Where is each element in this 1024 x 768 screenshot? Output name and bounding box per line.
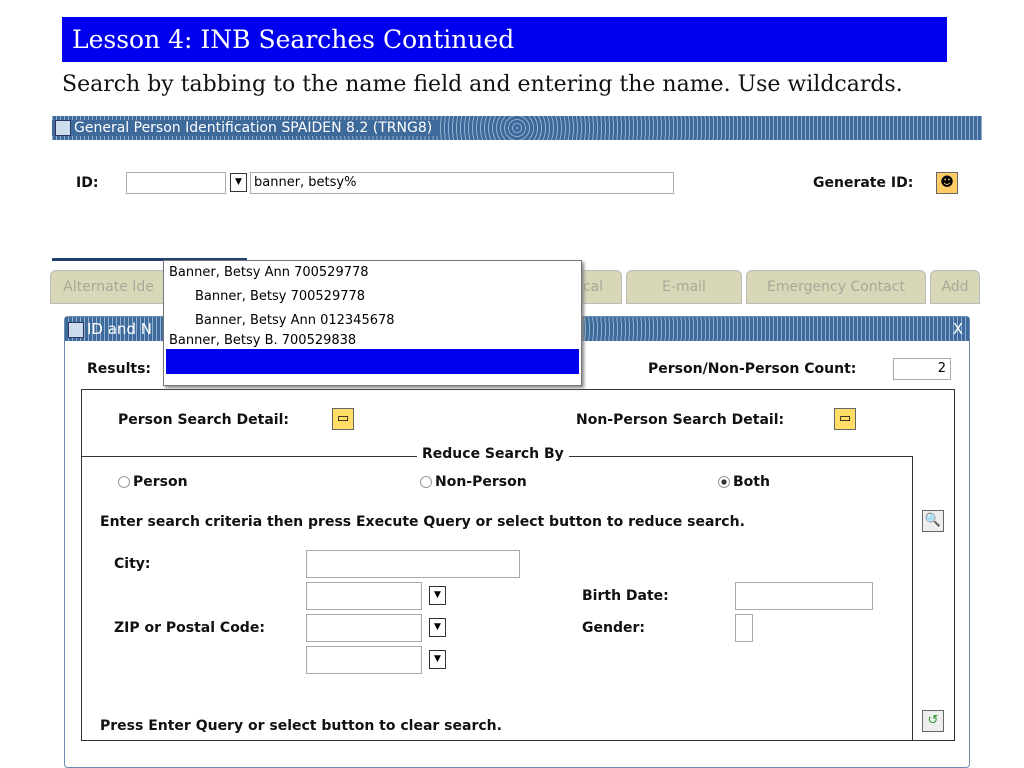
app-icon [55,120,71,136]
id-field[interactable] [126,172,226,194]
nonperson-search-detail-label: Non-Person Search Detail: [576,412,785,428]
birth-date-label: Birth Date: [582,588,669,604]
zip-dropdown-button[interactable]: ▼ [429,586,446,605]
person-search-detail-label: Person Search Detail: [118,412,289,428]
form-title-bar: General Person Identification SPAIDEN 8.… [52,116,982,140]
search-results-list[interactable]: Banner, Betsy Ann 700529778 Banner, Bets… [163,260,582,386]
search-icon[interactable]: 🔍 [922,510,944,532]
generate-id-label: Generate ID: [813,175,914,191]
zip-label: ZIP or Postal Code: [114,620,265,636]
radio-both[interactable]: Both [718,474,770,490]
generate-id-button[interactable]: ☻ [936,172,958,194]
results-label: Results: [87,361,151,377]
radio-label: Non-Person [435,474,527,490]
tab-email[interactable]: E-mail [626,270,742,304]
count-label: Person/Non-Person Count: [648,361,857,377]
folder-icon[interactable]: ▭ [834,408,856,430]
close-icon[interactable]: X [953,317,963,341]
list-item[interactable]: Banner, Betsy Ann 012345678 [164,309,581,333]
id-dropdown-button[interactable]: ▼ [230,173,247,192]
gender-label: Gender: [582,620,645,636]
lesson-title: Lesson 4: INB Searches Continued [62,17,947,62]
list-item[interactable]: Banner, Betsy B. 700529838 [164,333,581,349]
city-label: City: [114,556,151,572]
form-title: General Person Identification SPAIDEN 8.… [74,120,433,136]
name-field[interactable]: banner, betsy% [250,172,674,194]
zip-dropdown-button[interactable]: ▼ [429,618,446,637]
tab-emergency-contact[interactable]: Emergency Contact [746,270,926,304]
reduce-search-heading: Reduce Search By [417,446,569,462]
radio-nonperson[interactable]: Non-Person [420,474,527,490]
search-panel: Person Search Detail: ▭ Non-Person Searc… [81,389,955,741]
list-item[interactable]: Banner, Betsy 700529778 [164,285,581,309]
dialog-title: ID and N [87,320,152,338]
instruction-text: Search by tabbing to the name field and … [62,72,903,97]
zip-field-1[interactable] [306,582,422,610]
clear-search-text: Press Enter Query or select button to cl… [100,718,502,734]
divider [912,456,913,740]
birth-date-field[interactable] [735,582,873,610]
radio-person[interactable]: Person [118,474,188,490]
tab-additional[interactable]: Add [930,270,980,304]
zip-field-2[interactable] [306,614,422,642]
radio-label: Both [733,474,770,490]
zip-dropdown-button[interactable]: ▼ [429,650,446,669]
list-item[interactable]: Banner, Betsy Ann 700529778 [164,261,581,285]
radio-label: Person [133,474,188,490]
zip-field-3[interactable] [306,646,422,674]
count-field: 2 [893,358,951,380]
city-field[interactable] [306,550,520,578]
id-label: ID: [76,175,99,191]
enter-criteria-text: Enter search criteria then press Execute… [100,514,745,530]
selected-list-item[interactable] [166,349,579,374]
refresh-icon[interactable]: ↺ [922,710,944,732]
folder-icon[interactable]: ▭ [332,408,354,430]
tab-alternate-identification[interactable]: Alternate Ide [50,270,167,304]
app-icon [68,321,84,338]
gender-field[interactable] [735,614,753,642]
